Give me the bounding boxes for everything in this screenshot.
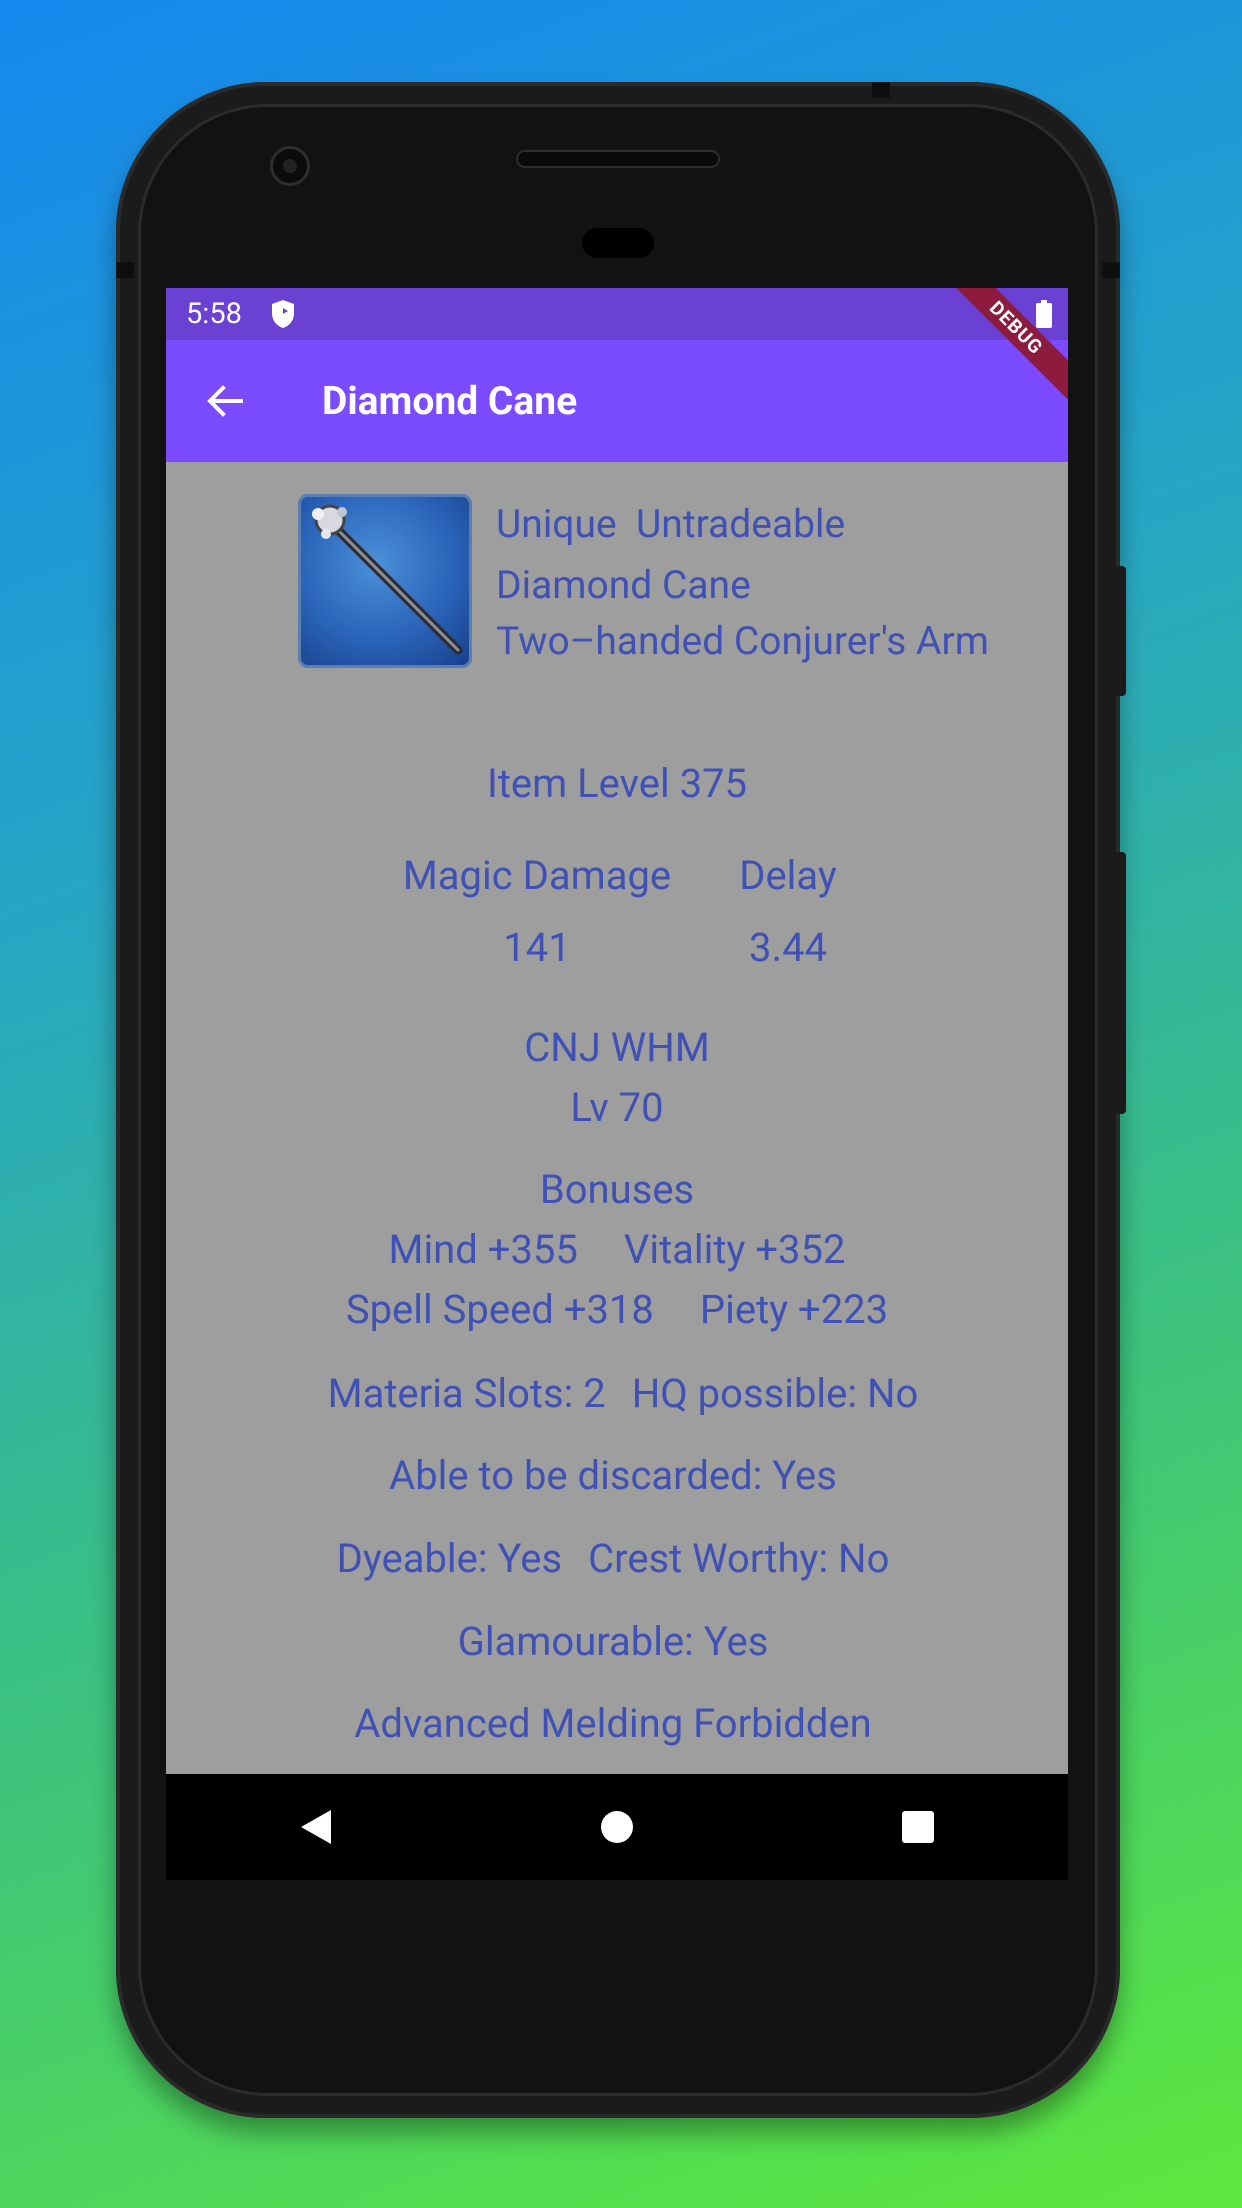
volume-button [1112, 852, 1126, 1114]
power-button [1112, 566, 1126, 696]
status-bar: 5:58 [166, 288, 1068, 340]
item-image [298, 494, 472, 668]
stat-value-delay: 3.44 [749, 924, 827, 971]
antenna-line [116, 262, 134, 278]
status-time: 5:58 [186, 297, 242, 331]
job-classes: CNJ WHM [524, 1024, 710, 1071]
materia-hq-row: Materia Slots: 2 HQ possible: No [172, 1370, 1068, 1417]
nav-back-icon[interactable] [286, 1797, 346, 1857]
item-flags: Unique Untradeable [496, 501, 846, 547]
nav-home-icon[interactable] [587, 1797, 647, 1857]
bonuses-heading: Bonuses [539, 1166, 695, 1213]
item-name: Diamond Cane [496, 562, 751, 608]
app-bar: Diamond Cane [166, 340, 1068, 462]
item-header: Unique Untradeable Diamond Cane Two–hand… [298, 494, 998, 724]
cane-icon [312, 504, 463, 655]
materia-slots: Materia Slots: 2 [327, 1370, 606, 1417]
antenna-line [872, 82, 890, 98]
front-camera [270, 146, 310, 186]
antenna-line [1102, 262, 1120, 278]
required-level: Lv 70 [570, 1084, 664, 1131]
system-navigation-bar [166, 1774, 1068, 1880]
screen: 5:58 Diamond Cane DEBUG Unique Untradeab… [166, 288, 1068, 1880]
earpiece-speaker [516, 150, 720, 168]
stat-value-magic-damage: 141 [503, 924, 571, 971]
battery-icon [1036, 300, 1052, 328]
glamourable: Glamourable: Yes [457, 1618, 769, 1665]
crest-worthy: Crest Worthy: No [588, 1535, 890, 1582]
bonus-vitality: Vitality +352 [623, 1226, 846, 1273]
item-type: Two–handed Conjurer's Arm [496, 618, 989, 664]
stat-label-delay: Delay [739, 852, 837, 899]
melding-status: Advanced Melding Forbidden [354, 1700, 872, 1747]
bonus-mind: Mind +355 [388, 1226, 578, 1273]
dye-crest-row: Dyeable: Yes Crest Worthy: No [166, 1535, 1064, 1582]
stat-label-magic-damage: Magic Damage [402, 852, 672, 899]
item-header-text: Unique Untradeable Diamond Cane Two–hand… [496, 494, 996, 666]
bonuses-row: Mind +355 Vitality +352 [166, 1226, 1068, 1273]
item-level: Item Level 375 [486, 760, 748, 807]
hq-possible: HQ possible: No [631, 1370, 919, 1417]
dyeable: Dyeable: Yes [336, 1535, 563, 1582]
bonus-spell-speed: Spell Speed +318 [345, 1286, 654, 1333]
back-arrow-icon[interactable] [194, 370, 256, 432]
page-title: Diamond Cane [322, 378, 578, 424]
bonus-piety: Piety +223 [699, 1286, 889, 1333]
item-detail-content: Unique Untradeable Diamond Cane Two–hand… [166, 462, 1068, 1774]
nav-recents-icon[interactable] [888, 1797, 948, 1857]
discardable: Able to be discarded: Yes [389, 1452, 837, 1499]
bonuses-row: Spell Speed +318 Piety +223 [166, 1286, 1068, 1333]
shield-icon [271, 300, 294, 328]
proximity-sensor [582, 228, 654, 258]
